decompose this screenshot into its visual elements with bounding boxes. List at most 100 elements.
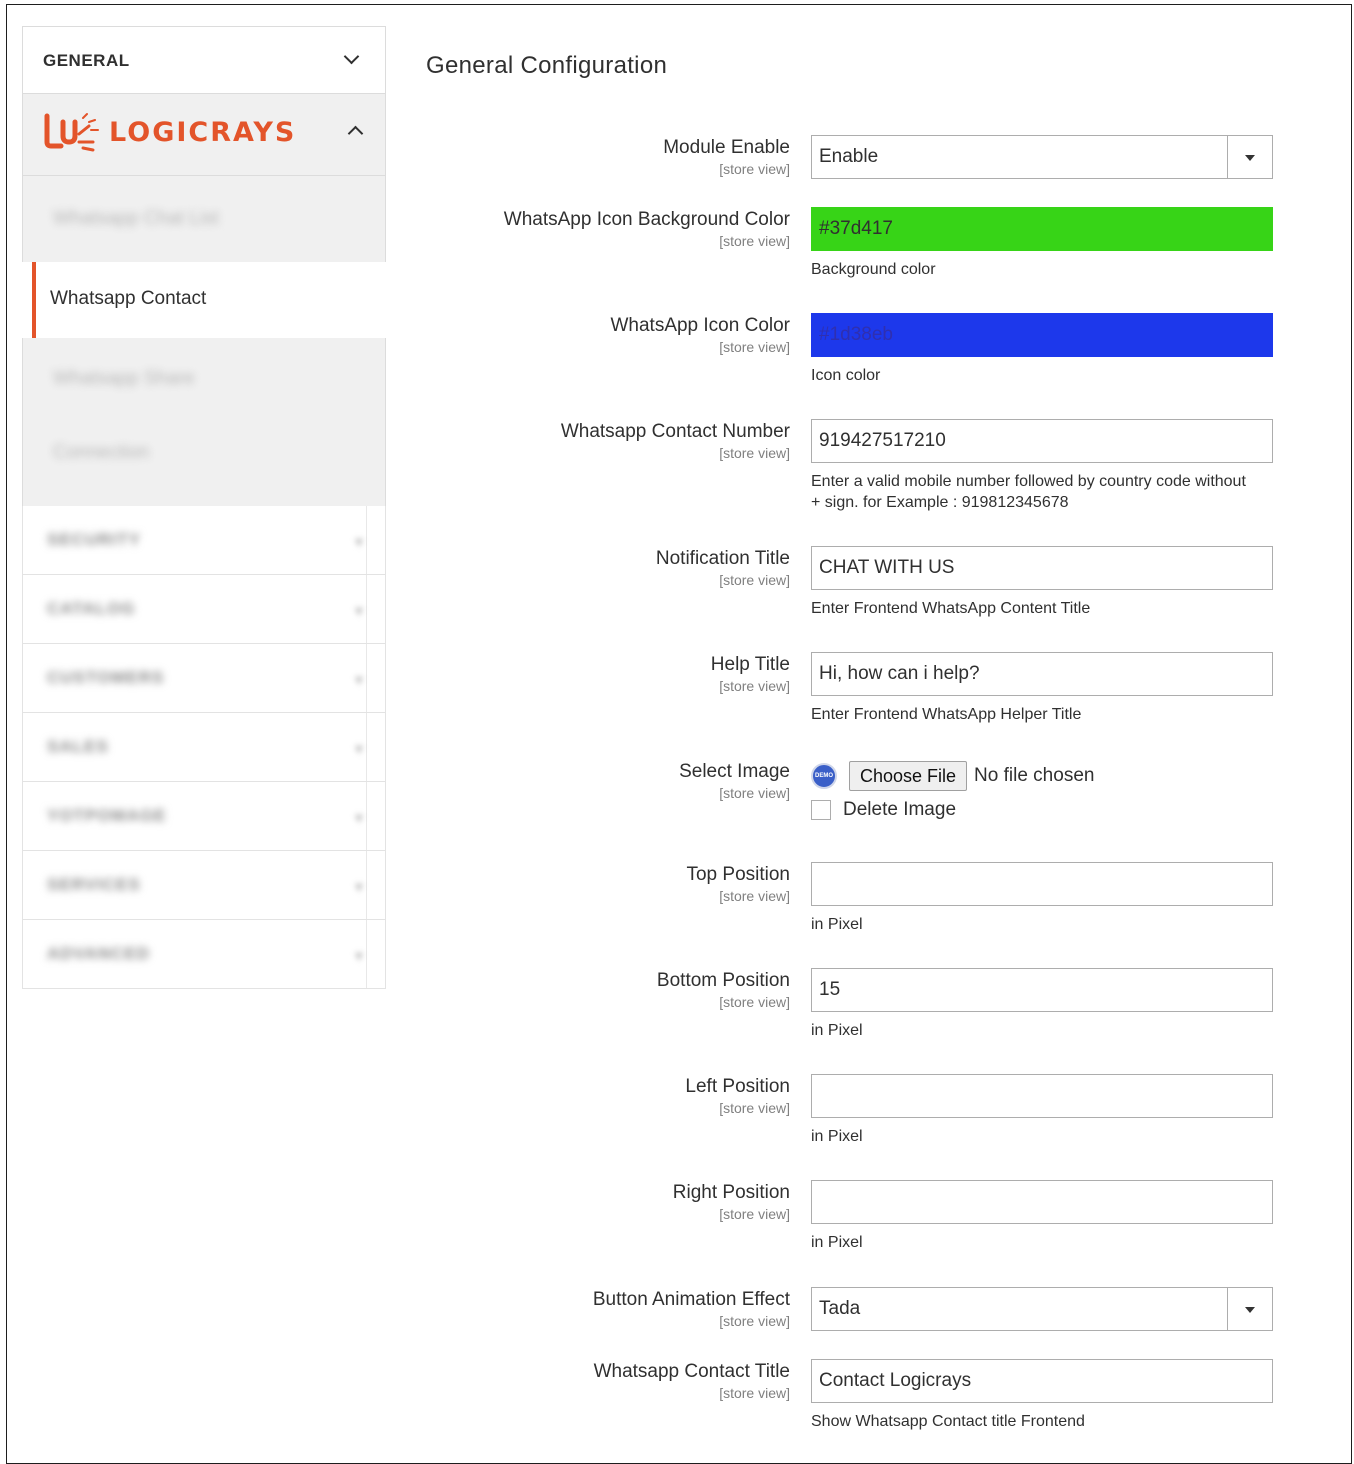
divider [366, 506, 385, 574]
scope-label: [store view] [719, 233, 790, 249]
input-value: Hi, how can i help? [819, 663, 980, 684]
section-collapsed[interactable]: ADVANCED ▾ [22, 920, 386, 989]
section-collapsed[interactable]: CUSTOMERS ▾ [22, 644, 386, 713]
field-label: Button Animation Effect [store view] [593, 1289, 790, 1329]
image-preview-icon[interactable]: DEMO [811, 763, 837, 789]
field-note: in Pixel [811, 1128, 863, 1145]
label-text: WhatsApp Icon Color [610, 315, 790, 336]
color-value: #1d38eb [819, 324, 893, 345]
chevron-icon: ▾ [354, 603, 363, 620]
blurred-text: SALES [47, 737, 109, 756]
section-collapsed[interactable]: CATALOG ▾ [22, 575, 386, 644]
blurred-text: CUSTOMERS [47, 668, 165, 687]
config-sidebar: GENERAL LOGICRAYS Whatsapp Chat List Wha… [22, 26, 386, 989]
field-label: Select Image [store view] [679, 761, 790, 801]
sidebar-item-blurred[interactable]: Whatsapp Chat List [22, 176, 386, 262]
section-collapsed[interactable]: SECURITY ▾ [22, 506, 386, 575]
label-text: Select Image [679, 761, 790, 782]
chevron-icon: ▾ [354, 810, 363, 827]
sidebar-items-blurred[interactable]: Whatsapp Share Connection [22, 338, 386, 506]
field-label: Right Position [store view] [673, 1182, 790, 1222]
select-value: Tada [819, 1298, 861, 1319]
blurred-text: Whatsapp Chat List [53, 208, 219, 229]
label-text: Bottom Position [656, 970, 790, 991]
top-position-input[interactable] [811, 862, 1273, 906]
field-label: Help Title [store view] [711, 654, 790, 694]
divider [366, 920, 385, 988]
chevron-icon: ▾ [354, 741, 363, 758]
section-general[interactable]: GENERAL [22, 26, 386, 94]
bottom-position-input[interactable]: 15 [811, 968, 1273, 1012]
dropdown-arrow-icon [1227, 1288, 1272, 1330]
scope-label: [store view] [719, 161, 790, 177]
logicrays-logo-mark-icon [44, 113, 99, 152]
left-position-input[interactable] [811, 1074, 1273, 1118]
blurred-text: ADVANCED [47, 944, 151, 963]
chevron-up-icon [347, 125, 364, 142]
contact-number-input[interactable]: 919427517210 [811, 419, 1273, 463]
blurred-text: Whatsapp Share [53, 368, 195, 389]
delete-image-label[interactable]: Delete Image [843, 799, 956, 821]
module-enable-select[interactable]: Enable [811, 135, 1273, 179]
label-text: Module Enable [663, 137, 790, 158]
icon-color-input[interactable]: #1d38eb [811, 313, 1273, 357]
section-collapsed[interactable]: SALES ▾ [22, 713, 386, 782]
contact-title-input[interactable]: Contact Logicrays [811, 1359, 1273, 1403]
delete-image-checkbox[interactable] [811, 800, 831, 820]
divider [366, 851, 385, 919]
label-text: Whatsapp Contact Number [560, 421, 790, 442]
label-text: Top Position [686, 864, 790, 885]
field-label: Module Enable [store view] [663, 137, 790, 177]
chevron-icon: ▾ [354, 672, 363, 689]
scope-label: [store view] [719, 1385, 790, 1401]
field-label: WhatsApp Icon Background Color [store vi… [504, 209, 790, 249]
label-text: WhatsApp Icon Background Color [503, 209, 790, 230]
divider [366, 782, 385, 850]
field-label: Bottom Position [store view] [657, 970, 790, 1010]
color-value: #37d417 [819, 218, 893, 239]
divider [366, 575, 385, 643]
field-note: in Pixel [811, 916, 863, 933]
chevron-down-icon [343, 48, 360, 65]
notification-title-input[interactable]: CHAT WITH US [811, 546, 1273, 590]
section-collapsed[interactable]: YOTPOMAGE ▾ [22, 782, 386, 851]
dropdown-arrow-icon [1227, 136, 1272, 178]
icon-bg-color-input[interactable]: #37d417 [811, 207, 1273, 251]
chevron-icon: ▾ [354, 534, 363, 551]
blurred-text: SERVICES [47, 875, 141, 894]
right-position-input[interactable] [811, 1180, 1273, 1224]
sidebar-item-whatsapp-contact[interactable]: Whatsapp Contact [32, 262, 386, 338]
scope-label: [store view] [719, 1313, 790, 1329]
input-value: CHAT WITH US [819, 557, 955, 578]
section-logicrays[interactable]: LOGICRAYS [22, 94, 386, 176]
help-title-input[interactable]: Hi, how can i help? [811, 652, 1273, 696]
input-value: 919427517210 [819, 430, 946, 451]
label-text: Whatsapp Contact Title [593, 1361, 790, 1382]
page-title: General Configuration [426, 52, 668, 79]
field-label: Whatsapp Contact Number [store view] [561, 421, 790, 461]
logo-text: LOGICRAYS [109, 116, 297, 148]
blurred-text: SECURITY [47, 530, 141, 549]
scope-label: [store view] [719, 1206, 790, 1222]
scope-label: [store view] [719, 785, 790, 801]
blurred-text: CATALOG [47, 599, 136, 618]
animation-select[interactable]: Tada [811, 1287, 1273, 1331]
field-note: Icon color [811, 367, 881, 384]
label-text: Help Title [710, 654, 790, 675]
field-label: Notification Title [store view] [656, 548, 790, 588]
section-collapsed[interactable]: SERVICES ▾ [22, 851, 386, 920]
choose-file-button[interactable]: Choose File [849, 761, 968, 791]
label-text: Button Animation Effect [592, 1289, 790, 1310]
logicrays-logo: LOGICRAYS [43, 112, 296, 152]
select-value: Enable [819, 146, 879, 167]
scope-label: [store view] [719, 678, 790, 694]
scope-label: [store view] [719, 572, 790, 588]
field-note: in Pixel [811, 1234, 863, 1251]
section-general-title: GENERAL [43, 51, 130, 70]
field-note: in Pixel [811, 1022, 863, 1039]
chevron-icon: ▾ [354, 879, 363, 896]
scope-label: [store view] [719, 339, 790, 355]
field-note: Enter a valid mobile number followed by … [811, 471, 1273, 513]
field-note: Enter Frontend WhatsApp Content Title [811, 600, 1091, 617]
divider [366, 713, 385, 781]
